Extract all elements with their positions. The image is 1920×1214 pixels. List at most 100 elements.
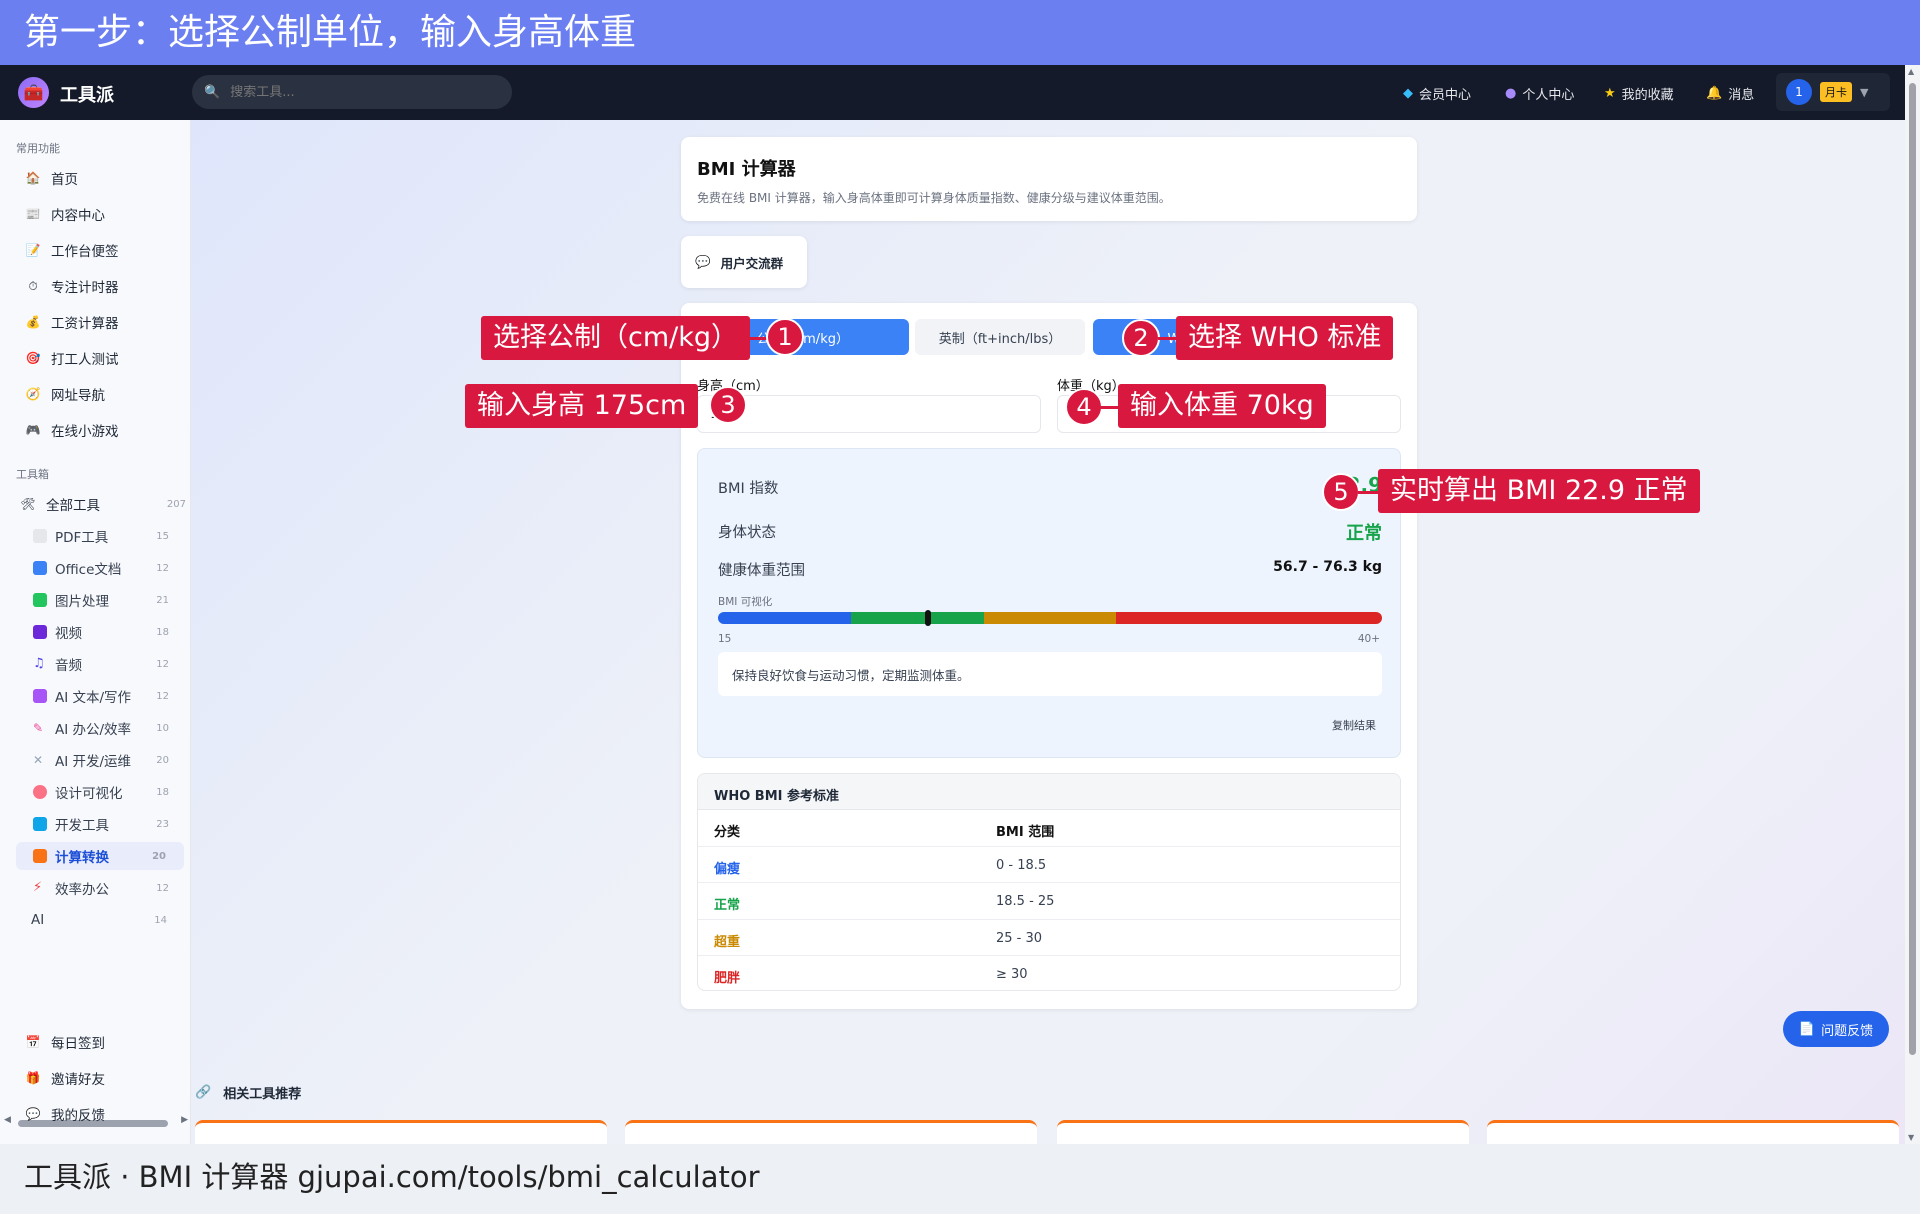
sidebar-section-common: 常用功能 bbox=[16, 142, 60, 155]
scale-overweight bbox=[983, 612, 1117, 624]
nav-profile[interactable]: ● 个人中心 bbox=[1505, 84, 1574, 103]
table-row: 肥胖 ≥ 30 bbox=[714, 967, 1028, 986]
sidebar-item-home[interactable]: 🏠 首页 bbox=[25, 168, 78, 188]
sidebar-cat-efficiency[interactable]: ⚡ 效率办公 12 bbox=[33, 874, 187, 902]
who-table-header: 分类 BMI 范围 bbox=[698, 810, 1400, 847]
nav-messages[interactable]: 🔔 消息 bbox=[1706, 84, 1754, 103]
user-menu[interactable]: 1 月卡 ▼ bbox=[1776, 73, 1890, 111]
copy-result-button[interactable]: 复制结果 bbox=[1332, 717, 1376, 733]
nav-favorites[interactable]: ★ 我的收藏 bbox=[1604, 84, 1674, 103]
sidebar-cat-image[interactable]: 图片处理 21 bbox=[33, 586, 187, 614]
chevron-down-icon: ▼ bbox=[1860, 85, 1869, 99]
tutorial-footer: 工具派 · BMI 计算器 gjupai.com/tools/bmi_calcu… bbox=[0, 1144, 1920, 1214]
compass-icon: 🧭 bbox=[25, 387, 41, 401]
sidebar-cat-audio[interactable]: ♫ 音频 12 bbox=[33, 650, 187, 678]
callout-step-1: 选择公制（cm/kg） bbox=[481, 316, 751, 360]
scroll-left-icon[interactable]: ◀ bbox=[4, 1115, 11, 1125]
sidebar-item-checkin[interactable]: 📅 每日签到 bbox=[25, 1032, 105, 1052]
scale-normal bbox=[850, 612, 984, 624]
user-icon: ● bbox=[1505, 86, 1517, 101]
scroll-right-icon[interactable]: ▶ bbox=[181, 1115, 188, 1125]
sidebar-item-invite[interactable]: 🎁 邀请好友 bbox=[25, 1068, 105, 1088]
sidebar-item-notes[interactable]: 📝 工作台便签 bbox=[25, 240, 119, 260]
pdf-icon bbox=[33, 529, 47, 543]
music-note-icon: ♫ bbox=[33, 656, 45, 671]
page-description: 免费在线 BMI 计算器，输入身高体重即可计算身体质量指数、健康分级与建议体重范… bbox=[697, 191, 1171, 205]
sidebar-item-timer[interactable]: ⏱ 专注计时器 bbox=[25, 276, 118, 297]
feedback-button[interactable]: 📄 问题反馈 bbox=[1783, 1011, 1889, 1047]
scale-max-label: 40+ bbox=[1357, 633, 1380, 645]
bell-icon: 🔔 bbox=[1706, 86, 1723, 101]
sidebar-item-games[interactable]: 🎮 在线小游戏 bbox=[25, 420, 119, 440]
sidebar-item-all-tools[interactable]: 🛠 全部工具 207 bbox=[20, 494, 188, 514]
chat-icon: 💬 bbox=[695, 254, 711, 269]
sidebar-item-worker-test[interactable]: 🎯 打工人测试 bbox=[25, 348, 119, 368]
status-value: 正常 bbox=[1346, 523, 1382, 544]
sidebar-cat-calc-convert[interactable]: 计算转换 20 bbox=[16, 842, 184, 870]
pen-icon: ✎ bbox=[33, 721, 44, 735]
tool-header-card: BMI 计算器 免费在线 BMI 计算器，输入身高体重即可计算身体质量指数、健康… bbox=[681, 137, 1417, 221]
sidebar-cat-pdf[interactable]: PDF工具 15 bbox=[33, 522, 187, 550]
table-row: 正常 18.5 - 25 bbox=[698, 883, 1400, 920]
sidebar-cat-ai-office[interactable]: ✎ AI 办公/效率 10 bbox=[33, 714, 187, 742]
home-icon: 🏠 bbox=[25, 171, 41, 185]
sidebar-cat-ai[interactable]: AI 14 bbox=[31, 906, 185, 934]
unit-imperial-button[interactable]: 英制（ft+inch/lbs） bbox=[915, 319, 1085, 355]
callout-step-3: 输入身高 175cm bbox=[465, 384, 699, 428]
main-content: BMI 计算器 免费在线 BMI 计算器，输入身高体重即可计算身体质量指数、健康… bbox=[191, 120, 1905, 1150]
user-group-button[interactable]: 💬 用户交流群 bbox=[681, 236, 807, 288]
step-number-2: 2 bbox=[1122, 319, 1160, 357]
search-box[interactable]: 🔍 bbox=[192, 75, 512, 109]
sidebar-cat-office[interactable]: Office文档 12 bbox=[33, 554, 187, 582]
callout-step-2: 选择 WHO 标准 bbox=[1176, 316, 1394, 360]
scroll-down-icon[interactable]: ▼ bbox=[1908, 1133, 1914, 1142]
page-vertical-scrollbar[interactable]: ▲ ▼ bbox=[1905, 65, 1920, 1144]
sidebar-item-nav[interactable]: 🧭 网址导航 bbox=[25, 384, 105, 404]
sidebar-item-salary[interactable]: 💰 工资计算器 bbox=[25, 312, 119, 332]
callout-step-4: 输入体重 70kg bbox=[1118, 384, 1326, 428]
link-icon: 🔗 bbox=[195, 1085, 212, 1100]
chat-bubble-icon: 💬 bbox=[25, 1107, 41, 1121]
target-icon: 🎯 bbox=[25, 351, 41, 365]
nav-member-center[interactable]: ◆ 会员中心 bbox=[1403, 84, 1471, 103]
sidebar-cat-dev-tools[interactable]: 开发工具 23 bbox=[33, 810, 187, 838]
search-icon: 🔍 bbox=[204, 84, 221, 100]
scale-obese bbox=[1116, 612, 1382, 624]
monitor-icon bbox=[33, 817, 47, 831]
sidebar-cat-design[interactable]: 设计可视化 18 bbox=[33, 778, 187, 806]
search-input[interactable] bbox=[230, 84, 491, 100]
step-number-4: 4 bbox=[1065, 388, 1103, 426]
scroll-up-icon[interactable]: ▲ bbox=[1908, 67, 1914, 76]
scrollbar-thumb[interactable] bbox=[1909, 83, 1916, 1055]
advice-text: 保持良好饮食与运动习惯，定期监测体重。 bbox=[718, 652, 1382, 696]
tools-icon: 🛠 bbox=[20, 497, 36, 511]
scale-min-label: 15 bbox=[718, 633, 732, 645]
sidebar-item-my-feedback[interactable]: 💬 我的反馈 bbox=[25, 1104, 105, 1124]
timer-icon: ⏱ bbox=[28, 278, 38, 293]
wrench-icon: ✕ bbox=[33, 753, 44, 767]
robot-icon bbox=[33, 689, 47, 703]
healthy-range-value: 56.7 - 76.3 kg bbox=[1273, 559, 1382, 575]
callout-step-5: 实时算出 BMI 22.9 正常 bbox=[1378, 469, 1700, 513]
page-title: BMI 计算器 bbox=[697, 159, 796, 180]
app-name[interactable]: 工具派 bbox=[60, 81, 114, 107]
table-row: 超重 25 - 30 bbox=[698, 920, 1400, 956]
callout-connector bbox=[1358, 491, 1380, 494]
app-logo-icon[interactable]: 🧰 bbox=[18, 77, 49, 108]
related-tools-heading: 🔗 相关工具推荐 bbox=[195, 1085, 302, 1102]
height-input[interactable]: 175 bbox=[697, 395, 1041, 433]
sidebar-item-content[interactable]: 📰 内容中心 bbox=[25, 204, 105, 224]
lightning-icon: ⚡ bbox=[33, 880, 43, 895]
clapper-icon bbox=[33, 625, 47, 639]
callout-connector bbox=[1158, 337, 1178, 340]
star-icon: ★ bbox=[1604, 86, 1616, 101]
sidebar-section-tools: 工具箱 bbox=[16, 468, 49, 481]
content-icon: 📰 bbox=[25, 207, 41, 221]
who-table-title: WHO BMI 参考标准 bbox=[698, 774, 1400, 810]
sidebar: 常用功能 🏠 首页 📰 内容中心 📝 工作台便签 ⏱ 专注计时器 💰 工资计算器 🎯 打工人… bbox=[0, 120, 191, 1144]
bmi-scale-bar bbox=[718, 612, 1382, 624]
sidebar-cat-video[interactable]: 视频 18 bbox=[33, 618, 187, 646]
office-icon bbox=[33, 561, 47, 575]
sidebar-cat-ai-dev[interactable]: ✕ AI 开发/运维 20 bbox=[33, 746, 187, 774]
sidebar-cat-ai-writing[interactable]: AI 文本/写作 12 bbox=[33, 682, 187, 710]
